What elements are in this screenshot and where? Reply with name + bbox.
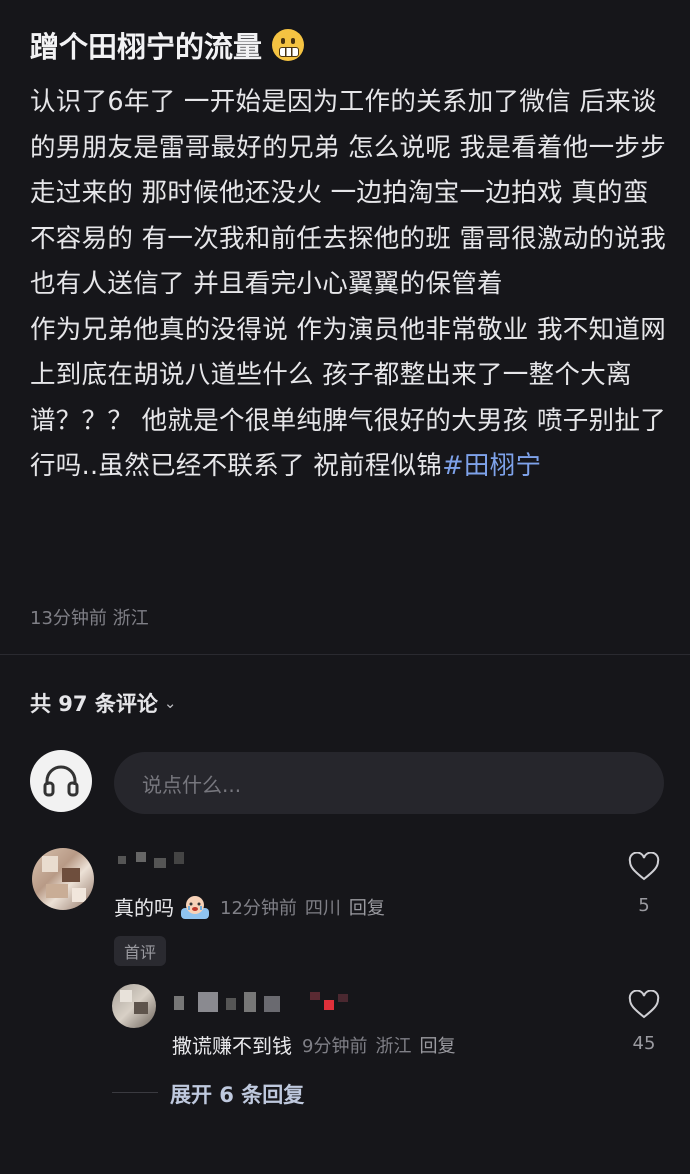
comment-count-toggle[interactable]: 共 97 条评论 ⌄ [30, 688, 176, 718]
reply-body: 撒谎赚不到钱 9分钟前 浙江 回复 [172, 1030, 455, 1059]
heart-icon [628, 989, 660, 1019]
post-title: 蹭个田栩宁的流量 [30, 24, 305, 66]
post-paragraph: 作为兄弟他真的没得说 作为演员他非常敬业 我不知道网上到底在胡说八道些什么 孩子… [30, 308, 670, 490]
reply-button[interactable]: 回复 [349, 894, 385, 920]
commenter-name-blurred [118, 852, 188, 868]
commenter-avatar[interactable] [32, 848, 94, 910]
hashtag-link[interactable]: #田栩宁 [442, 451, 541, 481]
heart-icon [628, 851, 660, 881]
user-avatar[interactable] [30, 750, 92, 812]
post-paragraph-text: 作为兄弟他真的没得说 作为演员他非常敬业 我不知道网上到底在胡说八道些什么 孩子… [30, 314, 667, 482]
headphones-icon [43, 765, 79, 797]
comment-text: 真的吗 [114, 896, 174, 920]
replier-name-blurred [174, 992, 374, 1016]
expand-replies-button[interactable]: 展开 6 条回复 [170, 1079, 304, 1109]
reply-text: 撒谎赚不到钱 [172, 1034, 292, 1058]
chevron-down-icon: ⌄ [163, 694, 177, 712]
like-button[interactable]: 5 [614, 851, 674, 916]
replier-avatar[interactable] [112, 984, 156, 1028]
reply-time: 9分钟前 [302, 1035, 368, 1057]
comment-body: 真的吗 12分钟前 四川 回复 [114, 892, 385, 921]
like-button[interactable]: 45 [614, 989, 674, 1054]
post-title-text: 蹭个田栩宁的流量 [30, 30, 263, 64]
comment-input-placeholder: 说点什么... [142, 772, 242, 797]
post-meta: 13分钟前 浙江 [30, 604, 149, 630]
reply-location: 浙江 [375, 1035, 412, 1057]
comment-input[interactable]: 说点什么... [114, 752, 664, 814]
post-body: 认识了6年了 一开始是因为工作的关系加了微信 后来谈的男朋友是雷哥最好的兄弟 怎… [30, 80, 670, 490]
divider [0, 654, 690, 655]
comment-time: 12分钟前 [220, 897, 297, 919]
post-paragraph: 认识了6年了 一开始是因为工作的关系加了微信 后来谈的男朋友是雷哥最好的兄弟 怎… [30, 87, 667, 299]
grimacing-face-icon [272, 29, 305, 61]
expand-divider [112, 1092, 158, 1093]
reply-button[interactable]: 回复 [419, 1032, 455, 1058]
post-location: 浙江 [112, 608, 149, 629]
comment-count-label: 共 97 条评论 [30, 692, 158, 716]
comment-location: 四川 [304, 897, 341, 919]
first-comment-badge: 首评 [114, 936, 167, 966]
like-count: 45 [632, 1033, 656, 1054]
post-time: 13分钟前 [30, 608, 107, 629]
like-count: 5 [638, 895, 650, 916]
crying-baby-icon [180, 894, 210, 920]
